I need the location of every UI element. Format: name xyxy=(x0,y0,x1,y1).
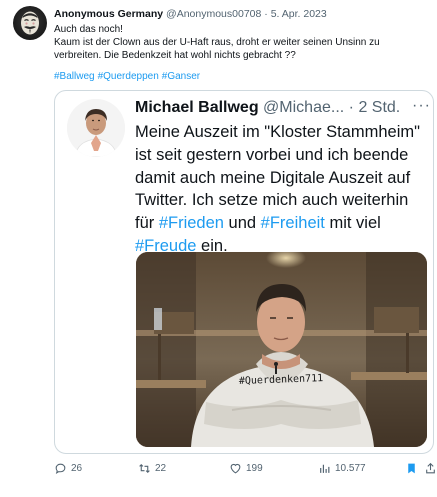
quoted-text-fragment: und xyxy=(223,214,261,233)
retweet-icon xyxy=(139,463,150,474)
reply-count: 26 xyxy=(71,463,83,474)
separator-dot: · xyxy=(348,99,354,116)
share-button[interactable] xyxy=(424,462,437,475)
quoted-text-line: ist seit gestern vorbei und ich beende xyxy=(135,145,409,164)
more-options-icon[interactable]: ··· xyxy=(412,97,431,115)
bookmark-icon xyxy=(408,463,415,474)
hashtag-freiheit[interactable]: #Freiheit xyxy=(261,214,325,232)
quoted-tweet-text: Meine Auszeit im "Kloster Stammheim" ist… xyxy=(135,121,431,258)
reply-icon xyxy=(55,463,66,474)
anonymous-mask-icon xyxy=(21,11,39,35)
views-button[interactable]: 10.577 xyxy=(318,462,366,475)
hashtag-ganser[interactable]: #Ganser xyxy=(162,71,200,82)
quoted-author-handle[interactable]: @Michae... xyxy=(263,99,344,116)
views-icon xyxy=(320,464,330,473)
quoted-author-name[interactable]: Michael Ballweg xyxy=(135,99,259,116)
author-avatar[interactable] xyxy=(13,6,47,40)
bookmark-button[interactable] xyxy=(405,462,418,475)
author-handle[interactable]: @Anonymous00708 xyxy=(166,8,261,20)
quoted-text-line: Twitter. Ich setze mich auch weiterhin xyxy=(135,191,409,210)
tweet-text-line: verbreiten. Die Bedenkzeit hat wohl nich… xyxy=(54,50,296,61)
quoted-text-fragment: für xyxy=(135,214,159,233)
hashtag-ballweg[interactable]: #Ballweg xyxy=(54,71,95,82)
quoted-post-time[interactable]: 2 Std. xyxy=(358,99,400,116)
tweet-text-line: Kaum ist der Clown aus der U-Haft raus, … xyxy=(54,37,380,48)
man-in-hoodie-photo: #Querdenken711 xyxy=(136,252,427,447)
quoted-tweet[interactable]: Michael Ballweg @Michae... · 2 Std. ··· … xyxy=(54,90,434,454)
tweet-header: Anonymous Germany @Anonymous00708 · 5. A… xyxy=(54,8,327,20)
quoted-author-avatar[interactable] xyxy=(67,99,125,157)
author-name[interactable]: Anonymous Germany xyxy=(54,8,163,20)
tweet-actions: 26 22 199 10.577 xyxy=(54,462,437,478)
tweet-hashtags: #Ballweg #Querdeppen #Ganser xyxy=(54,71,203,82)
reply-button[interactable]: 26 xyxy=(54,462,82,475)
quoted-text-line: damit auch meine Digitale Auszeit auf xyxy=(135,168,411,187)
separator-dot: · xyxy=(264,8,268,20)
like-button[interactable]: 199 xyxy=(229,462,263,475)
quoted-text-line: für #Frieden und #Freiheit mit viel xyxy=(135,212,431,235)
quoted-text-line: Meine Auszeit im "Kloster Stammheim" xyxy=(135,123,420,141)
retweet-button[interactable]: 22 xyxy=(138,462,166,475)
share-icon xyxy=(426,462,435,474)
tweet: Anonymous Germany @Anonymous00708 · 5. A… xyxy=(0,0,437,497)
post-date[interactable]: 5. Apr. 2023 xyxy=(271,8,327,20)
views-count: 10.577 xyxy=(335,463,366,474)
quoted-text-fragment: mit viel xyxy=(324,214,381,233)
quoted-tweet-header: Michael Ballweg @Michae... · 2 Std. xyxy=(135,99,400,117)
tweet-text-line: Auch das noch! xyxy=(54,24,123,35)
person-portrait-icon xyxy=(67,99,125,157)
hashtag-frieden[interactable]: #Frieden xyxy=(159,214,224,232)
quoted-tweet-photo[interactable]: #Querdenken711 xyxy=(136,252,427,447)
hashtag-querdeppen[interactable]: #Querdeppen xyxy=(98,71,159,82)
retweet-count: 22 xyxy=(155,463,167,474)
like-count: 199 xyxy=(246,463,263,474)
heart-icon xyxy=(230,463,241,474)
tweet-text: Auch das noch! Kaum ist der Clown aus de… xyxy=(54,23,432,62)
